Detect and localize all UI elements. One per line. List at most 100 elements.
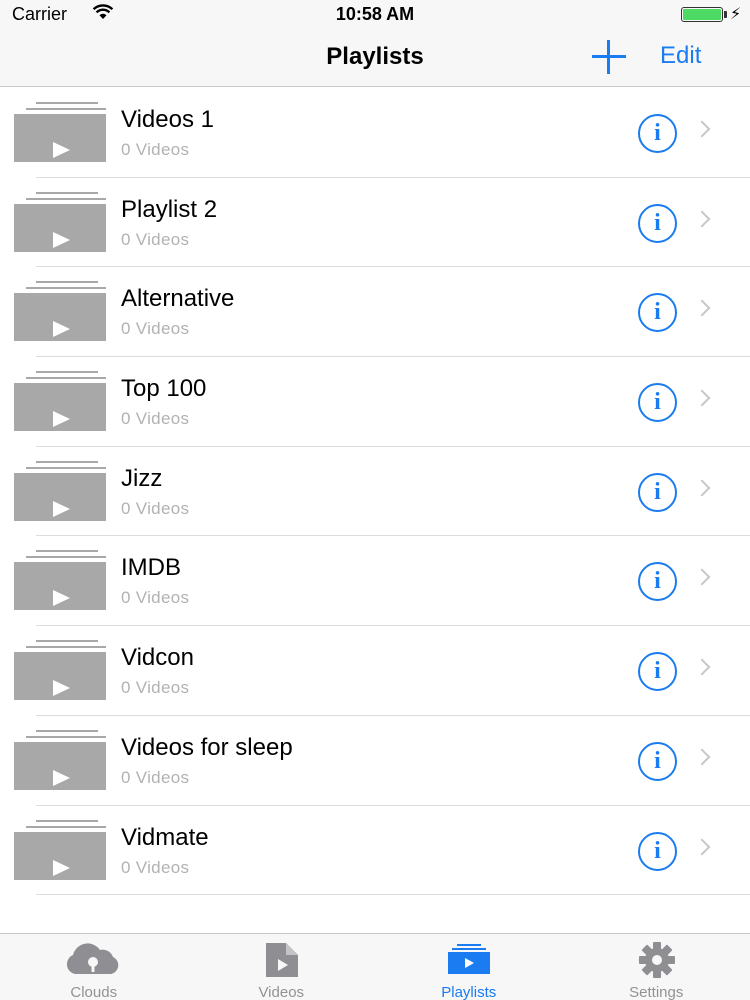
tab-label: Clouds: [70, 984, 118, 1000]
playlist-thumbnail-icon: [14, 640, 106, 701]
tab-label: Playlists: [441, 984, 497, 1000]
playlist-video-count: 0 Videos: [121, 140, 190, 159]
thumb-stack-line: [26, 825, 106, 828]
thumb-stack-line: [36, 371, 98, 374]
battery-tip: [724, 11, 727, 18]
play-icon: [53, 321, 70, 338]
playlist-row[interactable]: IMDB 0 Videos i: [0, 536, 750, 626]
info-button[interactable]: i: [638, 741, 677, 781]
thumb-stack-line: [26, 287, 106, 290]
play-icon: [53, 411, 70, 428]
playlist-thumbnail-icon: [14, 819, 106, 880]
chevron-right-icon: [693, 120, 711, 138]
playlist-thumbnail-icon: [14, 102, 106, 162]
info-button[interactable]: i: [638, 114, 677, 153]
charging-bolt-icon: ⚡: [730, 6, 742, 23]
thumb-stack-line: [36, 460, 98, 463]
playlist-title: Top 100: [121, 375, 207, 403]
thumb-stack-line: [26, 377, 106, 380]
playlist-title: IMDB: [121, 554, 181, 582]
tab-videos[interactable]: Videos: [188, 934, 376, 1000]
info-button[interactable]: i: [638, 562, 677, 602]
add-playlist-button[interactable]: [592, 40, 626, 74]
play-icon: [53, 142, 70, 158]
tab-clouds[interactable]: Clouds: [0, 934, 188, 1000]
playlist-title: Vidcon: [121, 644, 194, 672]
thumb-stack-line: [26, 108, 106, 110]
thumb-frame: [14, 203, 106, 252]
playlist-list: Videos 10 Videos i Playlist 20 Videos i Alte…: [0, 88, 750, 895]
playlist-title: Videos for sleep: [121, 733, 293, 761]
thumb-frame: [14, 741, 106, 790]
playlist-video-count: 0 Videos: [121, 678, 190, 698]
tab-bar: Clouds Videos Playlists Settings: [0, 933, 750, 1000]
playlist-row[interactable]: Vidmate 0 Videos i: [0, 806, 750, 896]
playlist-icon: [448, 944, 490, 974]
playlist-thumbnail-icon: [14, 371, 106, 432]
chevron-right-icon: [693, 748, 711, 766]
thumb-stack-line: [36, 640, 98, 643]
playlist-thumbnail-icon: [14, 191, 106, 252]
chevron-right-icon: [693, 210, 711, 228]
play-icon: [53, 769, 70, 786]
playlist-row[interactable]: Jizz 0 Videos i: [0, 447, 750, 537]
playlist-video-count: 0 Videos: [121, 857, 190, 877]
playlist-title: Vidmate: [121, 823, 209, 851]
thumb-stack-line: [36, 550, 98, 553]
thumb-stack-line: [36, 281, 98, 284]
thumb-frame: [14, 114, 106, 162]
battery-fill: [683, 9, 721, 20]
playlist-video-count: 0 Videos: [121, 319, 190, 339]
play-icon: [53, 680, 70, 697]
tab-settings[interactable]: Settings: [563, 934, 750, 1000]
playlist-row[interactable]: Top 100 0 Videos i: [0, 357, 750, 447]
play-icon: [53, 590, 70, 607]
info-button[interactable]: i: [638, 383, 677, 423]
tab-label: Videos: [258, 984, 305, 1000]
playlist-row[interactable]: Alternative 0 Videos i: [0, 267, 750, 357]
playlist-thumbnail-icon: [14, 729, 106, 790]
chevron-right-icon: [693, 299, 711, 317]
tab-playlists[interactable]: Playlists: [375, 934, 563, 1000]
playlist-title: Playlist 2: [121, 195, 218, 223]
status-bar: Carrier 10:58 AM ⚡: [0, 0, 750, 30]
edit-button[interactable]: Edit: [660, 42, 701, 70]
chevron-right-icon: [693, 479, 711, 497]
playlist-thumbnail-icon: [14, 550, 106, 611]
playlist-video-count: 0 Videos: [121, 767, 190, 787]
thumb-stack-line: [36, 729, 98, 732]
info-button[interactable]: i: [638, 293, 677, 333]
thumb-frame: [14, 831, 106, 880]
playlist-row[interactable]: Videos for sleep 0 Videos i: [0, 716, 750, 806]
navigation-bar: Playlists Edit: [0, 30, 750, 87]
thumb-stack-line: [26, 466, 106, 469]
info-button[interactable]: i: [638, 831, 677, 871]
playlist-row[interactable]: Playlist 2 0 Videos i: [0, 178, 750, 268]
playlist-title: Jizz: [121, 464, 163, 492]
playlist-row[interactable]: Vidcon 0 Videos i: [0, 626, 750, 716]
page-title: Playlists: [326, 43, 424, 70]
battery-icon: [681, 7, 723, 22]
playlist-video-count: 0 Videos: [121, 409, 190, 429]
thumb-frame: [14, 293, 106, 342]
cloud-icon: [66, 943, 119, 974]
thumb-stack-line: [26, 556, 106, 559]
info-button[interactable]: i: [638, 472, 677, 512]
thumb-stack-line: [26, 646, 106, 649]
thumb-stack-line: [26, 197, 106, 200]
chevron-right-icon: [693, 838, 711, 855]
play-icon: [53, 859, 70, 876]
info-button[interactable]: i: [638, 203, 677, 243]
playlist-row[interactable]: Videos 1 0 Videos i: [0, 88, 750, 178]
info-button[interactable]: i: [638, 652, 677, 692]
thumb-frame: [14, 562, 106, 611]
status-time: 10:58 AM: [335, 4, 415, 24]
chevron-right-icon: [693, 389, 711, 407]
playlist-thumbnail-icon: [14, 281, 106, 342]
play-icon: [53, 500, 70, 517]
thumb-stack-line: [36, 819, 98, 822]
chevron-right-icon: [693, 658, 711, 676]
playlist-video-count: 0 Videos: [121, 229, 190, 249]
thumb-stack-line: [26, 735, 106, 738]
playlist-thumbnail-icon: [14, 460, 106, 521]
